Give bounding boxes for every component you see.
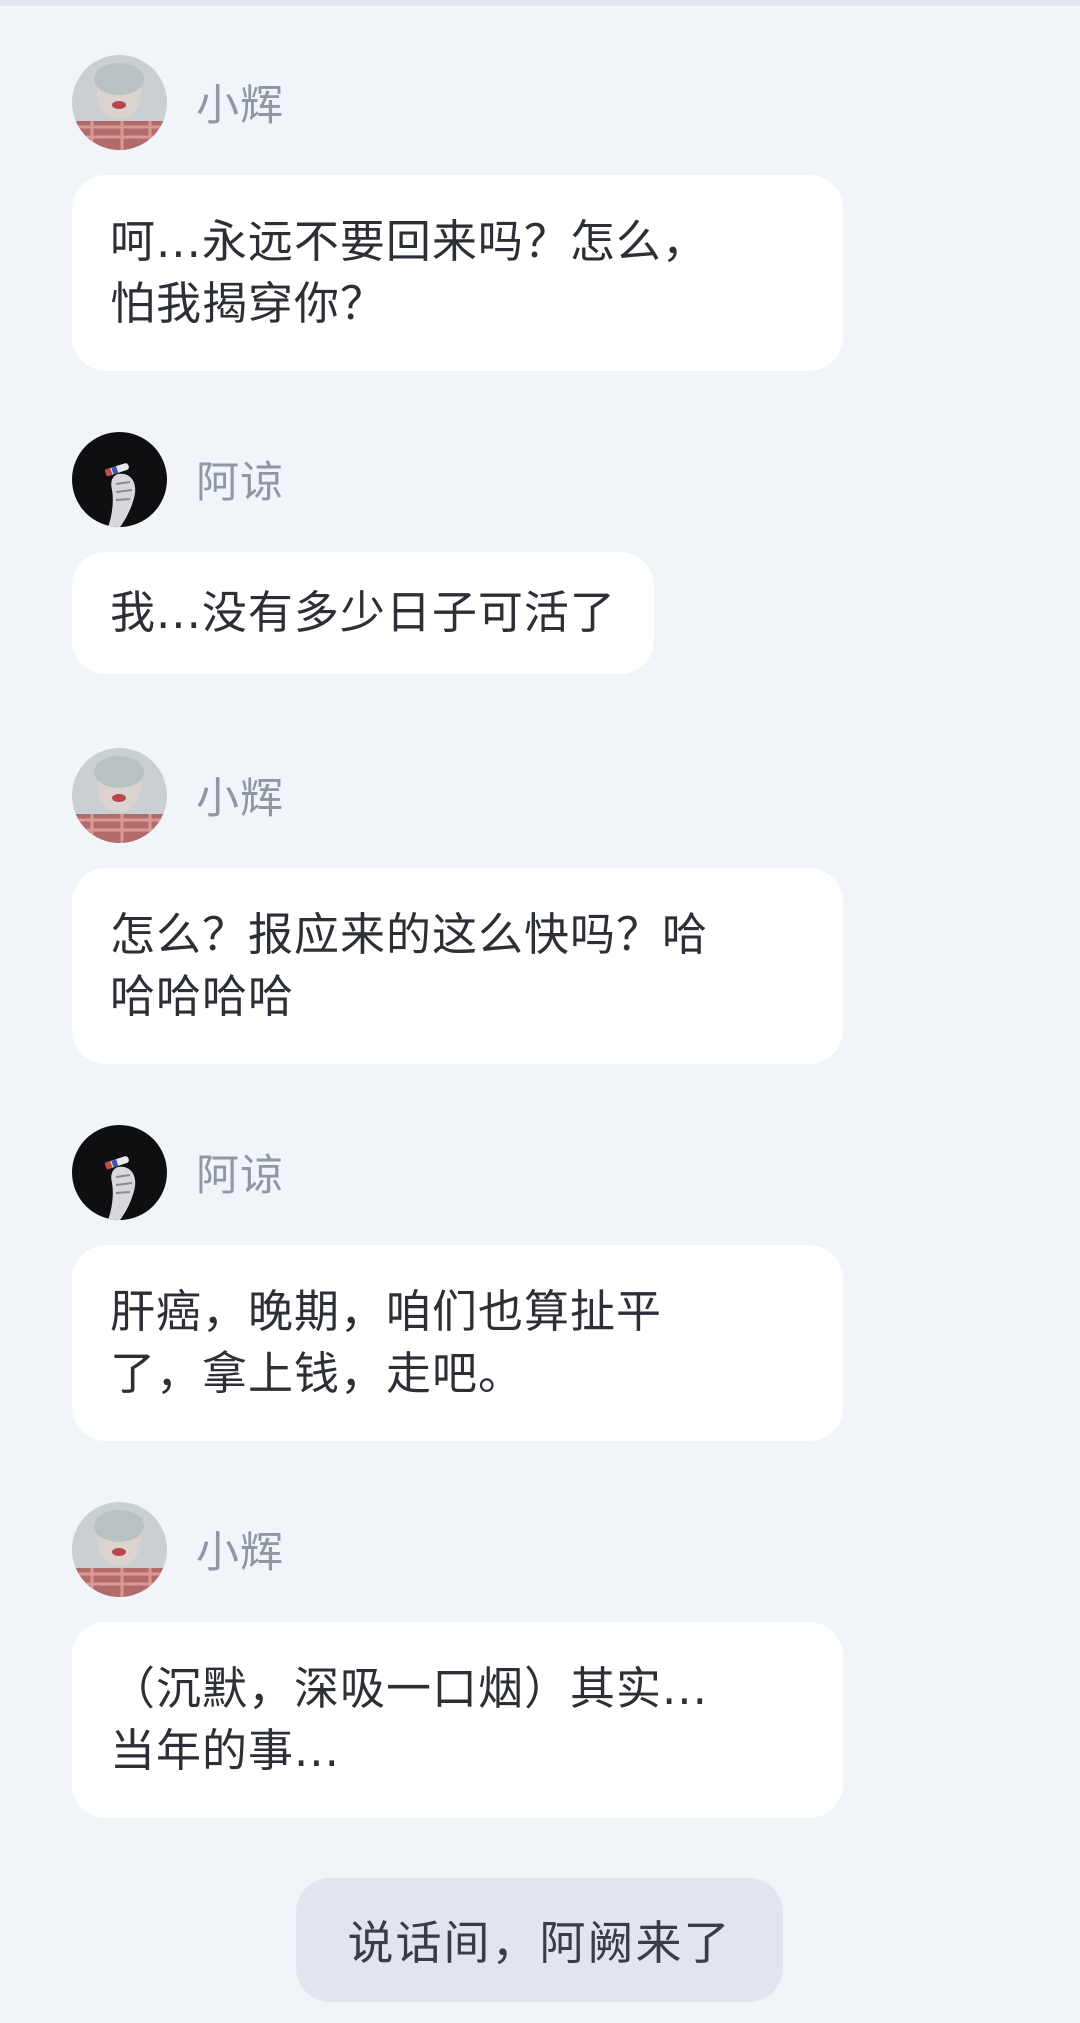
sender-name: 小辉 [196, 81, 284, 131]
chat-message: 阿谅 肝癌，晚期，咱们也算扯平 了，拿上钱，走吧。 [72, 1124, 843, 1441]
sender-name: 小辉 [196, 1528, 284, 1578]
narration-bubble: 说话间，阿阙来了 [296, 1878, 783, 2002]
avatar-xiaohui[interactable] [72, 54, 167, 150]
chat-message: 小辉 呵...永远不要回来吗？怎么， 怕我揭穿你？ [72, 54, 843, 371]
top-divider [0, 0, 1080, 6]
message-bubble[interactable]: （沉默，深吸一口烟）其实... 当年的事... [72, 1622, 843, 1818]
sender-name: 阿谅 [196, 1151, 284, 1201]
sender-name: 阿谅 [196, 458, 284, 508]
avatar-xiaohui[interactable] [72, 747, 167, 843]
message-bubble[interactable]: 怎么？报应来的这么快吗？哈 哈哈哈哈 [72, 868, 843, 1064]
message-bubble[interactable]: 我...没有多少日子可活了 [72, 552, 654, 674]
chat-message: 阿谅 我...没有多少日子可活了 [72, 431, 654, 674]
message-header: 阿谅 [72, 431, 654, 527]
message-header: 小辉 [72, 1501, 843, 1597]
chat-message: 小辉 怎么？报应来的这么快吗？哈 哈哈哈哈 [72, 747, 843, 1064]
sender-name: 小辉 [196, 774, 284, 824]
message-header: 阿谅 [72, 1124, 843, 1220]
message-header: 小辉 [72, 54, 843, 150]
avatar-xiaohui[interactable] [72, 1501, 167, 1597]
avatar-aliang[interactable] [72, 431, 167, 527]
message-bubble[interactable]: 呵...永远不要回来吗？怎么， 怕我揭穿你？ [72, 175, 843, 371]
message-bubble[interactable]: 肝癌，晚期，咱们也算扯平 了，拿上钱，走吧。 [72, 1245, 843, 1441]
chat-message: 小辉 （沉默，深吸一口烟）其实... 当年的事... [72, 1501, 843, 1818]
avatar-aliang[interactable] [72, 1124, 167, 1220]
message-header: 小辉 [72, 747, 843, 843]
